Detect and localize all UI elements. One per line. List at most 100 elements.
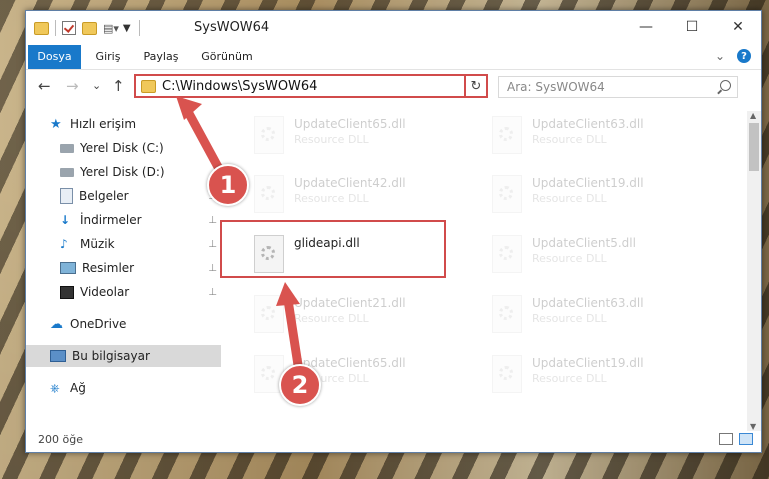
cloud-icon: ☁ — [50, 317, 63, 332]
documents-icon — [60, 188, 73, 204]
pin-icon[interactable]: ⊥ — [208, 239, 217, 250]
refresh-button[interactable]: ↻ — [464, 74, 488, 98]
quick-access-toolbar: ▤▾ ▼ — [34, 19, 146, 37]
toolbar-dropdown-icon[interactable]: ▼ — [123, 23, 131, 34]
sidebar-item-label: OneDrive — [70, 317, 127, 331]
drive-icon — [60, 143, 74, 153]
status-bar: 200 öğe — [26, 431, 761, 451]
file-type: Resource DLL — [294, 133, 369, 146]
sidebar-item-label: Videolar — [80, 285, 130, 299]
search-placeholder: Ara: SysWOW64 — [507, 80, 605, 94]
sidebar-item-this-pc[interactable]: Bu bilgisayar — [26, 345, 221, 367]
sidebar-item-label: Bu bilgisayar — [72, 349, 150, 363]
minimize-button[interactable]: — — [623, 11, 669, 43]
file-name: UpdateClient63.dll — [532, 117, 644, 131]
download-icon: ↓ — [60, 213, 71, 227]
list-item[interactable]: UpdateClient42.dll Resource DLL — [246, 172, 466, 218]
list-item[interactable]: UpdateClient65.dll Resource DLL — [246, 113, 466, 159]
file-name: UpdateClient65.dll — [294, 117, 406, 131]
tab-home[interactable]: Giriş — [88, 45, 128, 69]
sidebar-item-onedrive[interactable]: ☁ OneDrive — [50, 313, 221, 335]
callout-2: 2 — [279, 364, 321, 406]
list-item[interactable]: UpdateClient63.dll Resource DLL — [484, 113, 704, 159]
file-type: Resource DLL — [532, 133, 607, 146]
file-type: Resource DLL — [532, 312, 607, 325]
item-count: 200 öğe — [38, 433, 83, 446]
sidebar-item-local-disk-c[interactable]: Yerel Disk (C:) — [60, 137, 221, 159]
window-title: SysWOW64 — [194, 20, 270, 35]
pin-icon[interactable]: ⊥ — [208, 215, 217, 226]
sidebar-item-label: Ağ — [70, 381, 86, 395]
sidebar-item-label: Hızlı erişim — [70, 117, 137, 131]
scroll-up-icon[interactable]: ▲ — [750, 111, 756, 120]
close-button[interactable]: ✕ — [715, 11, 761, 43]
dll-file-icon — [492, 175, 522, 213]
file-name: UpdateClient42.dll — [294, 176, 406, 190]
sidebar-item-network[interactable]: ⎈ Ağ — [50, 377, 221, 399]
sidebar-item-label: İndirmeler — [80, 213, 142, 227]
back-button[interactable]: ← — [38, 77, 51, 95]
dll-file-icon — [254, 116, 284, 154]
ribbon-collapse-icon[interactable]: ⌄ — [715, 49, 725, 63]
scroll-down-icon[interactable]: ▼ — [750, 422, 756, 431]
pin-icon[interactable]: ⊥ — [208, 263, 217, 274]
recent-locations-button[interactable]: ⌄ — [92, 79, 101, 92]
videos-icon — [60, 285, 74, 299]
sidebar-item-local-disk-d[interactable]: Yerel Disk (D:) — [60, 161, 221, 183]
details-view-icon[interactable] — [719, 433, 733, 445]
navigation-bar: ← → ⌄ ↑ C:\Windows\SysWOW64 ⌄ ↻ Ara: Sys… — [26, 70, 761, 102]
forward-button[interactable]: → — [66, 77, 79, 95]
list-item[interactable]: UpdateClient5.dll Resource DLL — [484, 232, 704, 278]
file-type: Resource DLL — [294, 192, 369, 205]
sidebar-item-videos[interactable]: Videolar ⊥ — [60, 281, 221, 303]
folder-icon — [34, 21, 49, 35]
sidebar-item-downloads[interactable]: ↓ İndirmeler ⊥ — [60, 209, 221, 231]
pin-icon[interactable]: ⊥ — [208, 287, 217, 298]
sidebar-item-label: Belgeler — [79, 189, 129, 203]
ribbon-tabs: Dosya Giriş Paylaş Görünüm ⌄ ? — [26, 45, 761, 70]
tab-share[interactable]: Paylaş — [138, 45, 184, 69]
properties-icon[interactable] — [62, 21, 76, 35]
sidebar-item-music[interactable]: ♪ Müzik ⊥ — [60, 233, 221, 255]
tab-view[interactable]: Görünüm — [198, 45, 256, 69]
navigation-pane: ★ Hızlı erişim Yerel Disk (C:) Yerel Dis… — [26, 111, 221, 431]
help-icon[interactable]: ? — [737, 49, 751, 63]
toolbar-separator — [138, 20, 140, 36]
tiles-view-icon[interactable] — [739, 433, 753, 445]
list-item[interactable]: UpdateClient63.dll Resource DLL — [484, 292, 704, 338]
callout-1: 1 — [207, 164, 249, 206]
customize-toolbar-icon[interactable]: ▤▾ — [103, 22, 119, 35]
folder-icon — [141, 79, 156, 93]
up-button[interactable]: ↑ — [112, 77, 125, 95]
address-bar[interactable]: C:\Windows\SysWOW64 ⌄ — [134, 74, 484, 98]
star-icon: ★ — [50, 117, 62, 132]
new-folder-icon[interactable] — [82, 21, 97, 35]
file-name: UpdateClient19.dll — [532, 356, 644, 370]
maximize-button[interactable]: ☐ — [669, 11, 715, 43]
search-input[interactable]: Ara: SysWOW64 — [498, 76, 738, 98]
file-name: UpdateClient19.dll — [532, 176, 644, 190]
search-icon[interactable] — [720, 80, 731, 91]
address-path[interactable]: C:\Windows\SysWOW64 — [162, 79, 462, 94]
dll-file-icon — [254, 295, 284, 333]
sidebar-item-documents[interactable]: Belgeler ⊥ — [60, 185, 221, 207]
sidebar-item-label: Yerel Disk (D:) — [80, 165, 165, 179]
list-item[interactable]: UpdateClient19.dll Resource DLL — [484, 172, 704, 218]
toolbar-separator — [55, 20, 56, 36]
sidebar-item-quick-access[interactable]: ★ Hızlı erişim — [50, 113, 221, 135]
drive-icon — [60, 167, 74, 177]
network-icon: ⎈ — [50, 381, 60, 395]
sidebar-item-pictures[interactable]: Resimler ⊥ — [60, 257, 221, 279]
tab-file[interactable]: Dosya — [28, 45, 81, 69]
file-name: UpdateClient5.dll — [532, 236, 636, 250]
vertical-scrollbar[interactable]: ▲ ▼ — [747, 111, 761, 431]
list-item[interactable]: UpdateClient19.dll Resource DLL — [484, 352, 704, 398]
sidebar-item-label: Yerel Disk (C:) — [80, 141, 164, 155]
dll-file-icon — [492, 295, 522, 333]
list-item[interactable]: UpdateClient21.dll Resource DLL — [246, 292, 466, 338]
scrollbar-thumb[interactable] — [749, 123, 759, 171]
file-type: Resource DLL — [294, 312, 369, 325]
sidebar-item-label: Resimler — [82, 261, 135, 275]
file-type: Resource DLL — [532, 192, 607, 205]
pictures-icon — [60, 262, 76, 274]
